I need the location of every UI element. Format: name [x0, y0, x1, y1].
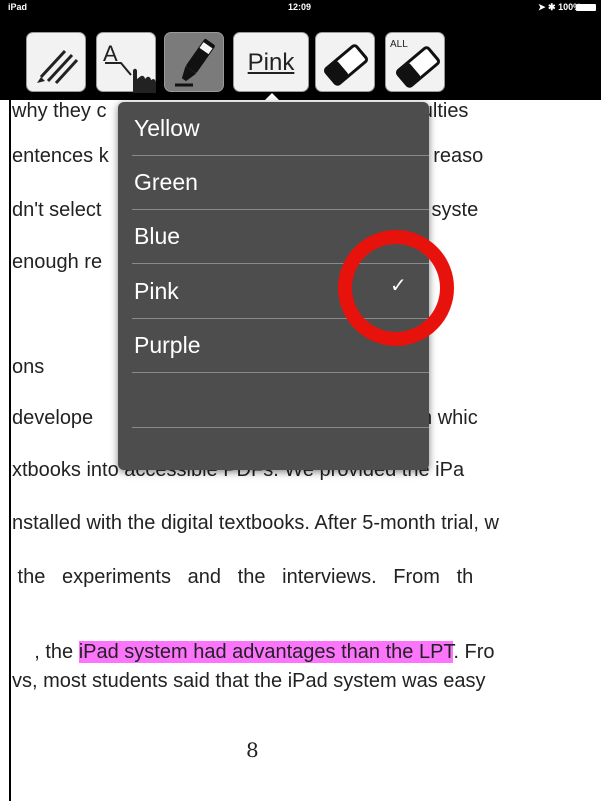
pink-highlight[interactable]: iPad system had advantages than the LPT [78, 641, 454, 663]
color-picker-label: Pink [247, 49, 295, 76]
document-line: nstalled with the digital textbooks. Aft… [12, 512, 499, 534]
menu-item-label: Purple [134, 332, 201, 358]
page-number: 8 [246, 738, 259, 762]
highlighter-icon [175, 39, 215, 87]
highlighter-tool-button[interactable] [164, 32, 224, 92]
clock: 12:09 [288, 2, 312, 12]
menu-item-yellow[interactable]: Yellow [118, 102, 429, 156]
text-select-tool-button[interactable]: A [96, 32, 156, 93]
menu-divider [132, 372, 429, 373]
device-label: iPad [8, 2, 28, 12]
color-picker-button[interactable]: Pink [233, 32, 309, 92]
eraser-tool-button[interactable] [315, 32, 375, 92]
document-line: vs, most students said that the iPad sys… [12, 670, 486, 692]
document-line: the experiments and the interviews. From… [12, 566, 474, 588]
pencils-icon [37, 49, 79, 85]
menu-divider [132, 427, 429, 428]
menu-item-green[interactable]: Green [118, 156, 429, 210]
menu-item-label: Pink [134, 278, 179, 304]
location-icon: ➤ ✱ [538, 2, 559, 12]
menu-item-empty[interactable] [118, 374, 429, 428]
battery-icon [576, 4, 596, 11]
hand-pointer-icon: A [103, 41, 156, 93]
menu-item-label: Yellow [134, 115, 200, 141]
menu-item-label: Green [134, 169, 198, 195]
annotation-circle [338, 230, 454, 346]
erase-all-tool-button[interactable]: ALL [385, 32, 445, 92]
menu-item-label: Blue [134, 223, 181, 249]
eraser-icon [323, 44, 369, 86]
erase-all-badge: ALL [390, 39, 408, 50]
page-edge [9, 100, 11, 801]
eraser-all-icon: ALL [390, 39, 441, 88]
battery-label: ➤ ✱ 100% [538, 2, 582, 12]
pencil-tool-button[interactable] [26, 32, 86, 92]
